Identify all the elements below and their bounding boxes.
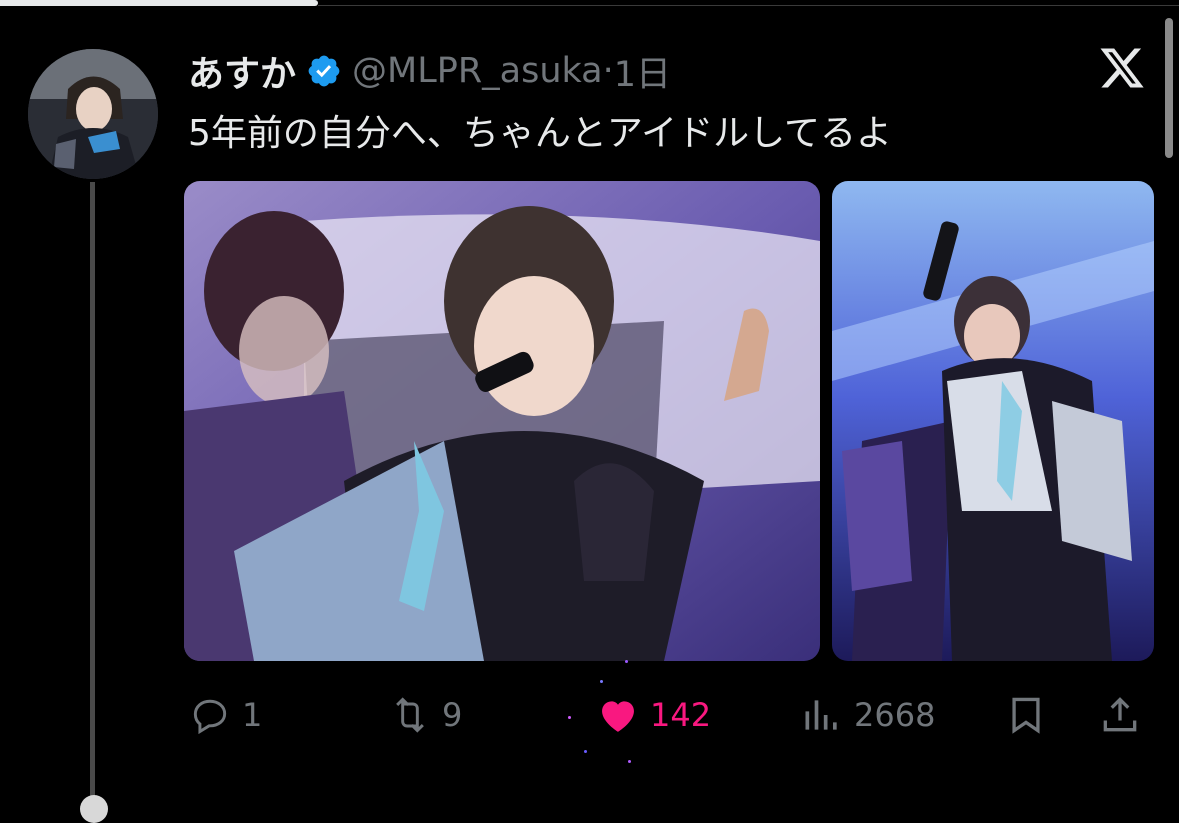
repost-button[interactable]: 9	[388, 685, 462, 745]
author-name[interactable]: あすか	[188, 45, 296, 97]
reply-button[interactable]: 1	[188, 685, 262, 745]
repost-count: 9	[442, 696, 463, 734]
like-sparkle	[584, 750, 587, 753]
post-text: 5年前の自分へ、ちゃんとアイドルしてるよ	[188, 113, 893, 154]
repost-icon	[396, 697, 424, 733]
home-indicator	[0, 0, 318, 6]
scrollbar[interactable]	[1165, 18, 1173, 158]
like-sparkle	[628, 760, 631, 763]
status-indicator-bar	[0, 0, 1179, 10]
bookmark-button[interactable]	[1004, 685, 1048, 745]
like-count: 142	[650, 696, 712, 734]
avatar[interactable]	[28, 49, 158, 179]
post-photo-1[interactable]	[184, 181, 820, 661]
action-bar: 1 9 142 2668	[0, 685, 1179, 745]
bookmark-icon	[1012, 697, 1040, 734]
like-sparkle	[600, 680, 603, 683]
next-avatar	[80, 795, 108, 823]
reply-count: 1	[242, 696, 263, 734]
heart-icon	[602, 701, 634, 732]
like-sparkle	[568, 716, 571, 719]
x-logo-icon	[1100, 48, 1144, 88]
divider	[318, 5, 1179, 6]
reply-icon	[193, 699, 227, 735]
like-button[interactable]: 142	[596, 685, 711, 745]
post-time[interactable]: 1日	[614, 46, 671, 97]
share-icon	[1103, 697, 1137, 732]
views-icon	[805, 700, 837, 730]
post-header: あすか @MLPR_asuka · 1日	[188, 46, 671, 96]
views-count: 2668	[854, 696, 936, 734]
views-button[interactable]: 2668	[800, 685, 935, 745]
separator-dot: ·	[602, 51, 614, 91]
post-photo-2[interactable]	[832, 181, 1154, 661]
author-handle[interactable]: @MLPR_asuka	[352, 51, 603, 91]
verified-badge-icon	[308, 55, 340, 87]
share-button[interactable]	[1098, 685, 1142, 745]
like-sparkle	[625, 660, 628, 663]
